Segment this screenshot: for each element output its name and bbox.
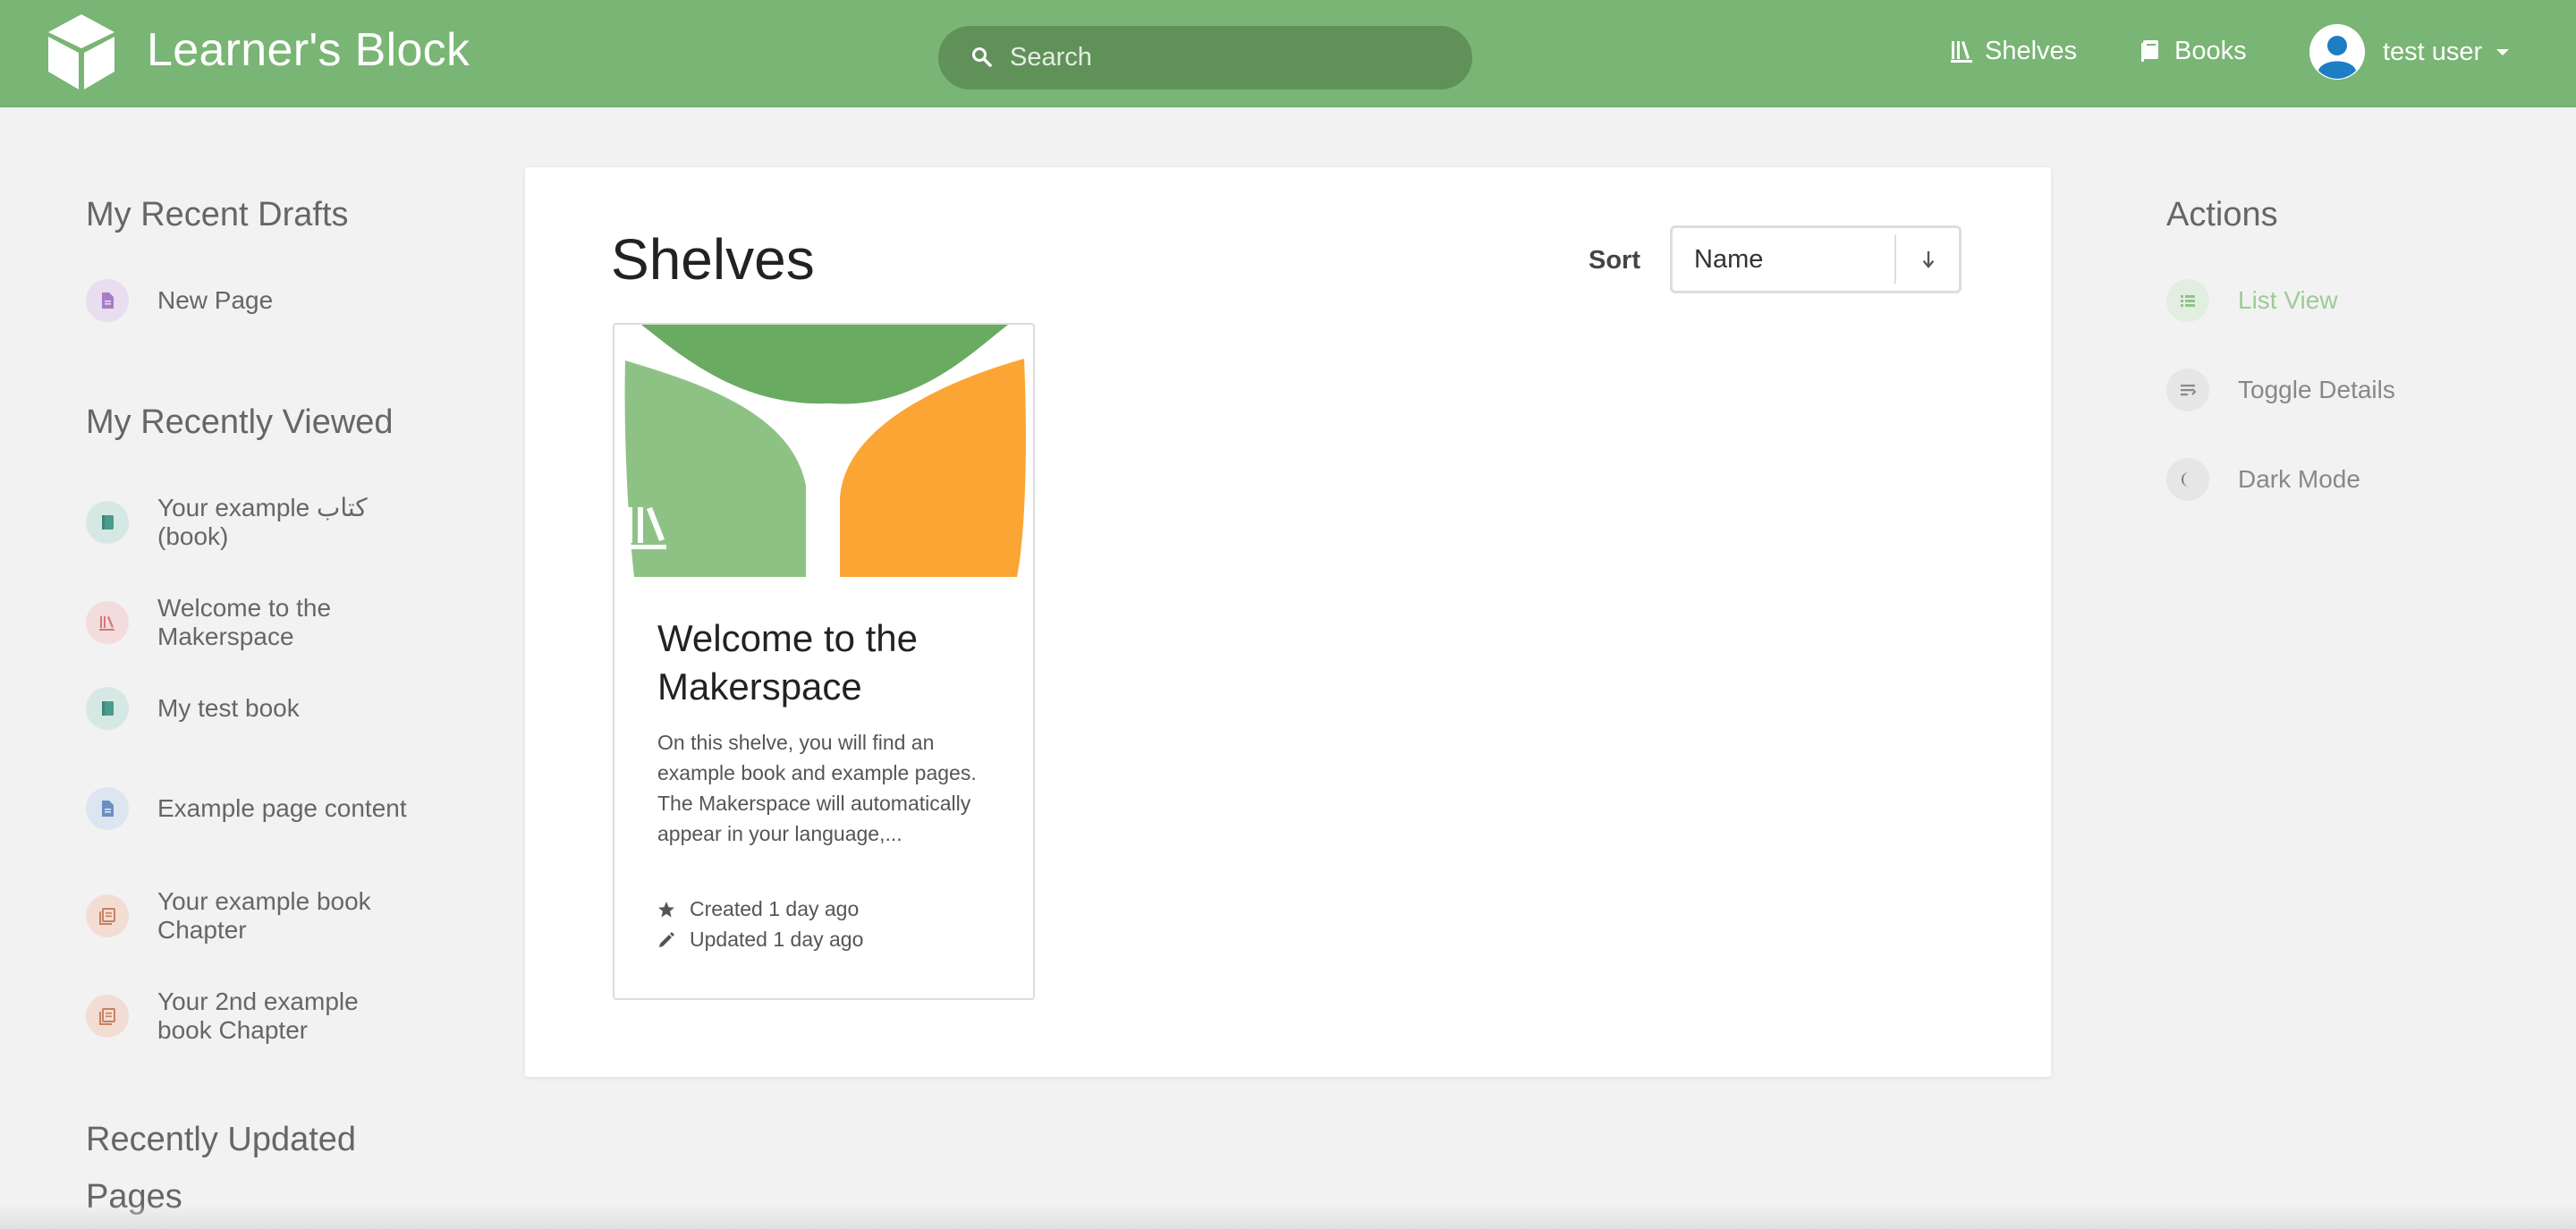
- shelf-updated-text: Updated 1 day ago: [690, 928, 864, 951]
- pencil-icon: [659, 931, 674, 947]
- list-item[interactable]: Your example كتاب (book): [86, 494, 408, 551]
- list-icon: [2166, 279, 2209, 322]
- main-content-card: Shelves Sort Name Welcome to the Makersp…: [525, 167, 2051, 1077]
- details-icon: [2166, 369, 2209, 411]
- list-item-label: New Page: [157, 286, 274, 314]
- moon-icon: [2166, 458, 2209, 501]
- nav-books-label: Books: [2174, 36, 2247, 65]
- arrow-down-icon: [1922, 251, 1935, 268]
- list-view-label: List View: [2238, 286, 2338, 314]
- shelf-description: On this shelve, you will find an example…: [657, 731, 977, 845]
- list-item-label: Your example book Chapter: [157, 887, 371, 944]
- shelf-icon: [86, 601, 129, 644]
- list-item[interactable]: Your 2nd example book Chapter: [86, 987, 408, 1045]
- list-item[interactable]: Welcome to the Makerspace: [86, 594, 408, 651]
- recently-viewed-title: My Recently Viewed: [86, 403, 394, 441]
- search-icon: [972, 47, 992, 67]
- app-title[interactable]: Learner's Block: [147, 23, 470, 77]
- chapter-icon: [86, 995, 129, 1038]
- book-icon: [86, 687, 129, 730]
- logo-cube-icon[interactable]: [45, 13, 118, 91]
- toggle-details-button[interactable]: Toggle Details: [2166, 369, 2395, 411]
- page-title: Shelves: [611, 227, 815, 292]
- books-icon: [2141, 40, 2158, 62]
- book-icon: [86, 501, 129, 544]
- list-item-label: Your 2nd example book Chapter: [157, 987, 359, 1044]
- shelf-card[interactable]: Welcome to the Makerspace On this shelve…: [613, 323, 1035, 1000]
- list-item-label: My test book: [157, 694, 300, 722]
- shelf-name[interactable]: Welcome to the Makerspace: [657, 614, 1015, 711]
- top-header: Learner's Block Shelves Books: [0, 0, 2576, 107]
- shelf-updated: Updated 1 day ago: [657, 928, 863, 952]
- toggle-details-label: Toggle Details: [2238, 376, 2395, 403]
- chapter-icon: [86, 894, 129, 937]
- user-avatar-icon: [2309, 24, 2365, 80]
- page-icon: [86, 279, 129, 322]
- shelf-created-text: Created 1 day ago: [690, 897, 860, 920]
- list-item-label: Welcome to the Makerspace: [157, 594, 332, 650]
- shelves-icon: [1951, 41, 1972, 63]
- user-name: test user: [2383, 37, 2483, 66]
- list-item-label: Your example كتاب (book): [157, 494, 368, 550]
- sort-select[interactable]: Name: [1670, 225, 1962, 293]
- recent-drafts-title: My Recent Drafts: [86, 196, 349, 233]
- shelf-created: Created 1 day ago: [657, 897, 859, 921]
- list-item-label: Example page content: [157, 794, 407, 822]
- shelf-cover-image: [614, 325, 1033, 577]
- bottom-fade: [0, 1204, 2576, 1229]
- list-item[interactable]: Your example book Chapter: [86, 887, 408, 945]
- sort-label: Sort: [1589, 246, 1640, 275]
- sort-divider: [1894, 235, 1896, 284]
- dark-mode-button[interactable]: Dark Mode: [2166, 458, 2360, 501]
- list-item[interactable]: New Page: [86, 279, 408, 322]
- search-box[interactable]: [938, 26, 1472, 89]
- dark-mode-label: Dark Mode: [2238, 465, 2360, 493]
- star-icon: [658, 901, 674, 917]
- search-input[interactable]: [1010, 26, 1457, 89]
- avatar: [2309, 24, 2365, 80]
- list-item[interactable]: Example page content: [86, 787, 408, 830]
- list-item[interactable]: My test book: [86, 687, 408, 730]
- sort-direction-button[interactable]: [1898, 228, 1959, 291]
- nav-shelves-link[interactable]: Shelves: [1951, 31, 2077, 71]
- sort-value[interactable]: Name: [1694, 228, 1763, 291]
- user-menu[interactable]: test user: [2309, 24, 2510, 80]
- nav-shelves-label: Shelves: [1985, 36, 2078, 65]
- nav-books-link[interactable]: Books: [2140, 31, 2247, 71]
- chevron-down-icon: [2496, 48, 2510, 55]
- actions-title: Actions: [2166, 196, 2278, 233]
- page-icon: [86, 787, 129, 830]
- list-view-button[interactable]: List View: [2166, 279, 2338, 322]
